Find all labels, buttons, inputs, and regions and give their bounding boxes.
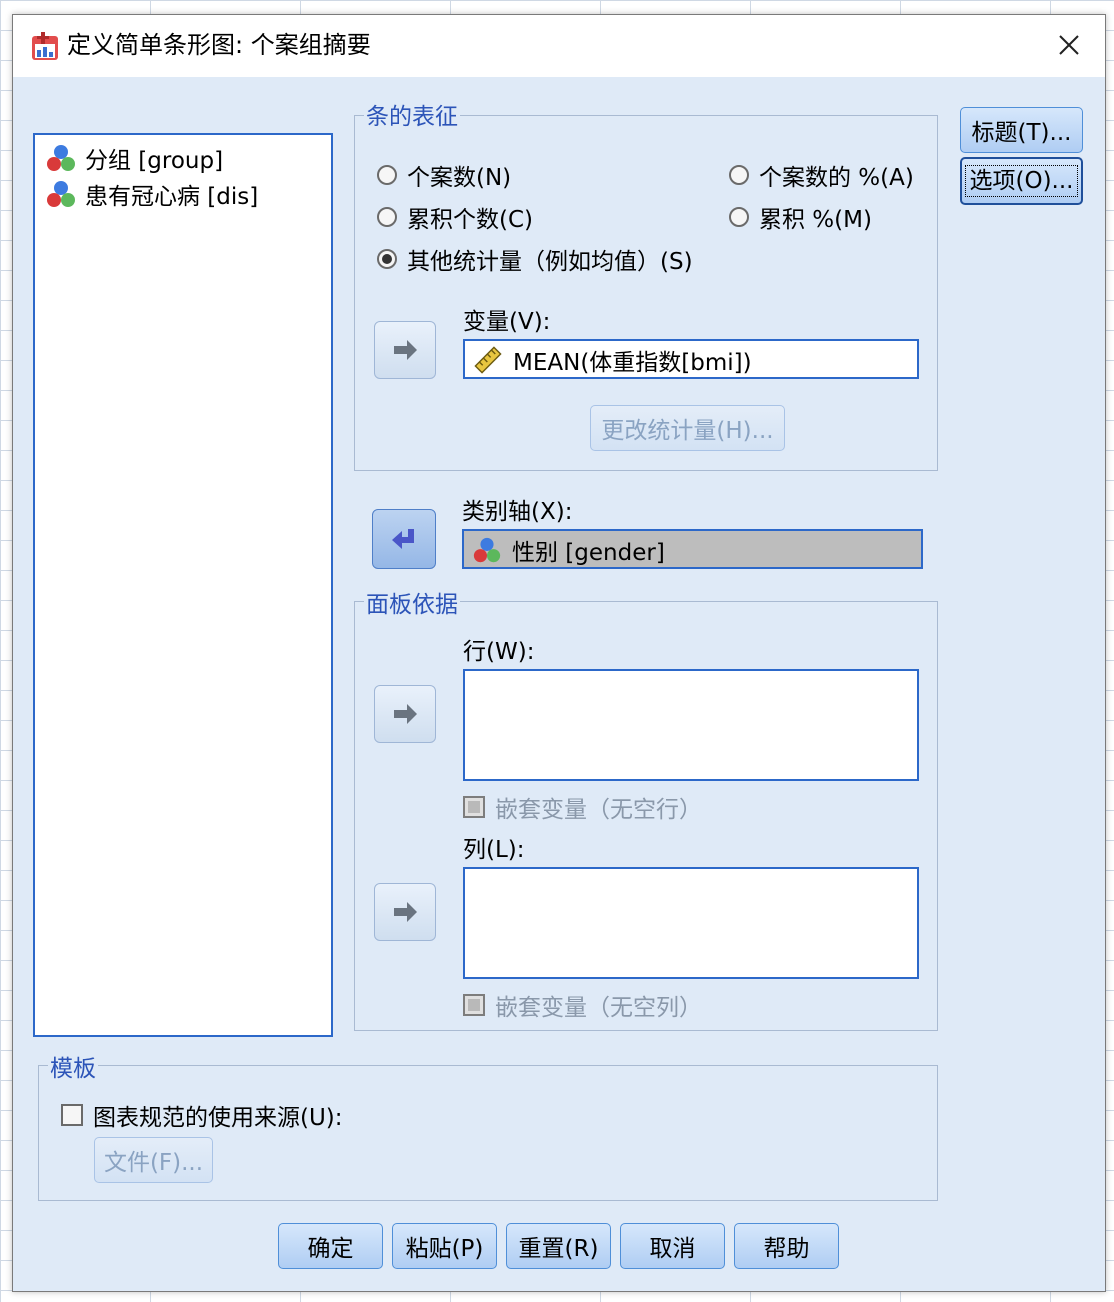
spss-chart-app-icon: [29, 30, 61, 62]
arrow-right-icon: [394, 340, 417, 360]
radio-button-icon: [729, 207, 749, 227]
radio-button-selected-icon: [377, 249, 397, 269]
checkbox-icon: [61, 1104, 83, 1126]
radio-count[interactable]: 个案数(N): [377, 159, 511, 191]
move-variable-to-rows-button[interactable]: [374, 685, 436, 743]
arrow-right-icon: [394, 704, 417, 724]
variable-list[interactable]: 分组 [group] 患有冠心病 [dis]: [33, 133, 333, 1037]
options-button[interactable]: 选项(O)...: [960, 157, 1083, 205]
radio-cumulative-count[interactable]: 累积个数(C): [377, 201, 533, 233]
nest-columns-checkbox[interactable]: 嵌套变量（无空列）: [463, 989, 702, 1021]
radio-button-icon: [377, 165, 397, 185]
variable-label: 变量(V):: [463, 309, 551, 335]
radio-count-label: 个案数(N): [407, 165, 512, 191]
rows-label: 行(W):: [463, 639, 535, 665]
reset-button[interactable]: 重置(R): [506, 1223, 611, 1269]
title-bar: 定义简单条形图: 个案组摘要: [13, 15, 1105, 77]
variable-field[interactable]: MEAN(体重指数[bmi]): [463, 339, 919, 379]
arrow-right-icon: [394, 902, 417, 922]
help-button[interactable]: 帮助: [734, 1223, 839, 1269]
move-variable-to-variable-button[interactable]: [374, 321, 436, 379]
ok-button[interactable]: 确定: [278, 1223, 383, 1269]
rows-field[interactable]: [463, 669, 919, 781]
panel-by-legend: 面板依据: [364, 591, 460, 619]
template-legend: 模板: [48, 1055, 98, 1083]
use-chart-spec-label: 图表规范的使用来源(U):: [93, 1105, 343, 1131]
nest-rows-label: 嵌套变量（无空行）: [495, 797, 702, 823]
list-item[interactable]: 患有冠心病 [dis]: [45, 177, 258, 211]
window-title: 定义简单条形图: 个案组摘要: [67, 31, 371, 59]
bars-represent-legend: 条的表征: [364, 103, 460, 131]
columns-field[interactable]: [463, 867, 919, 979]
paste-button[interactable]: 粘贴(P): [392, 1223, 497, 1269]
move-variable-to-category-axis-button[interactable]: [372, 509, 436, 569]
titles-button[interactable]: 标题(T)...: [960, 107, 1083, 153]
arrow-left-icon: [392, 529, 414, 549]
checkbox-icon: [463, 796, 485, 818]
list-item-label: 分组 [group]: [85, 148, 224, 174]
radio-cumulative-percent[interactable]: 累积 %(M): [729, 201, 872, 233]
checkbox-icon: [463, 994, 485, 1016]
radio-other-statistic-label: 其他统计量（例如均值）(S): [407, 249, 693, 275]
radio-cumulative-count-label: 累积个数(C): [407, 207, 534, 233]
radio-percent-cases-label: 个案数的 %(A): [759, 165, 914, 191]
category-axis-value: 性别 [gender]: [512, 540, 665, 566]
list-item-label: 患有冠心病 [dis]: [85, 184, 259, 210]
file-button[interactable]: 文件(F)...: [94, 1137, 213, 1183]
nest-columns-label: 嵌套变量（无空列）: [495, 995, 702, 1021]
nest-rows-checkbox[interactable]: 嵌套变量（无空行）: [463, 791, 702, 823]
move-variable-to-columns-button[interactable]: [374, 883, 436, 941]
scale-ruler-icon: [474, 346, 502, 374]
nominal-variable-icon: [473, 537, 501, 563]
radio-cumulative-percent-label: 累积 %(M): [759, 207, 872, 233]
define-simple-bar-dialog: 定义简单条形图: 个案组摘要 分组 [group] 患有冠心病 [dis] 条的…: [12, 14, 1106, 1292]
close-button[interactable]: [1049, 25, 1089, 65]
variable-value: MEAN(体重指数[bmi]): [513, 350, 752, 376]
category-axis-field[interactable]: 性别 [gender]: [462, 529, 923, 569]
radio-button-icon: [729, 165, 749, 185]
change-statistic-button[interactable]: 更改统计量(H)...: [590, 405, 785, 451]
radio-other-statistic[interactable]: 其他统计量（例如均值）(S): [377, 243, 693, 275]
radio-button-icon: [377, 207, 397, 227]
options-button-label: 选项(O)...: [964, 165, 1079, 197]
nominal-variable-icon: [47, 145, 75, 171]
nominal-variable-icon: [47, 181, 75, 207]
close-icon: [1059, 35, 1079, 55]
cancel-button[interactable]: 取消: [620, 1223, 725, 1269]
use-chart-spec-checkbox[interactable]: 图表规范的使用来源(U):: [61, 1099, 343, 1131]
radio-percent-cases[interactable]: 个案数的 %(A): [729, 159, 914, 191]
columns-label: 列(L):: [463, 837, 525, 863]
list-item[interactable]: 分组 [group]: [45, 141, 223, 175]
category-axis-label: 类别轴(X):: [462, 499, 573, 525]
